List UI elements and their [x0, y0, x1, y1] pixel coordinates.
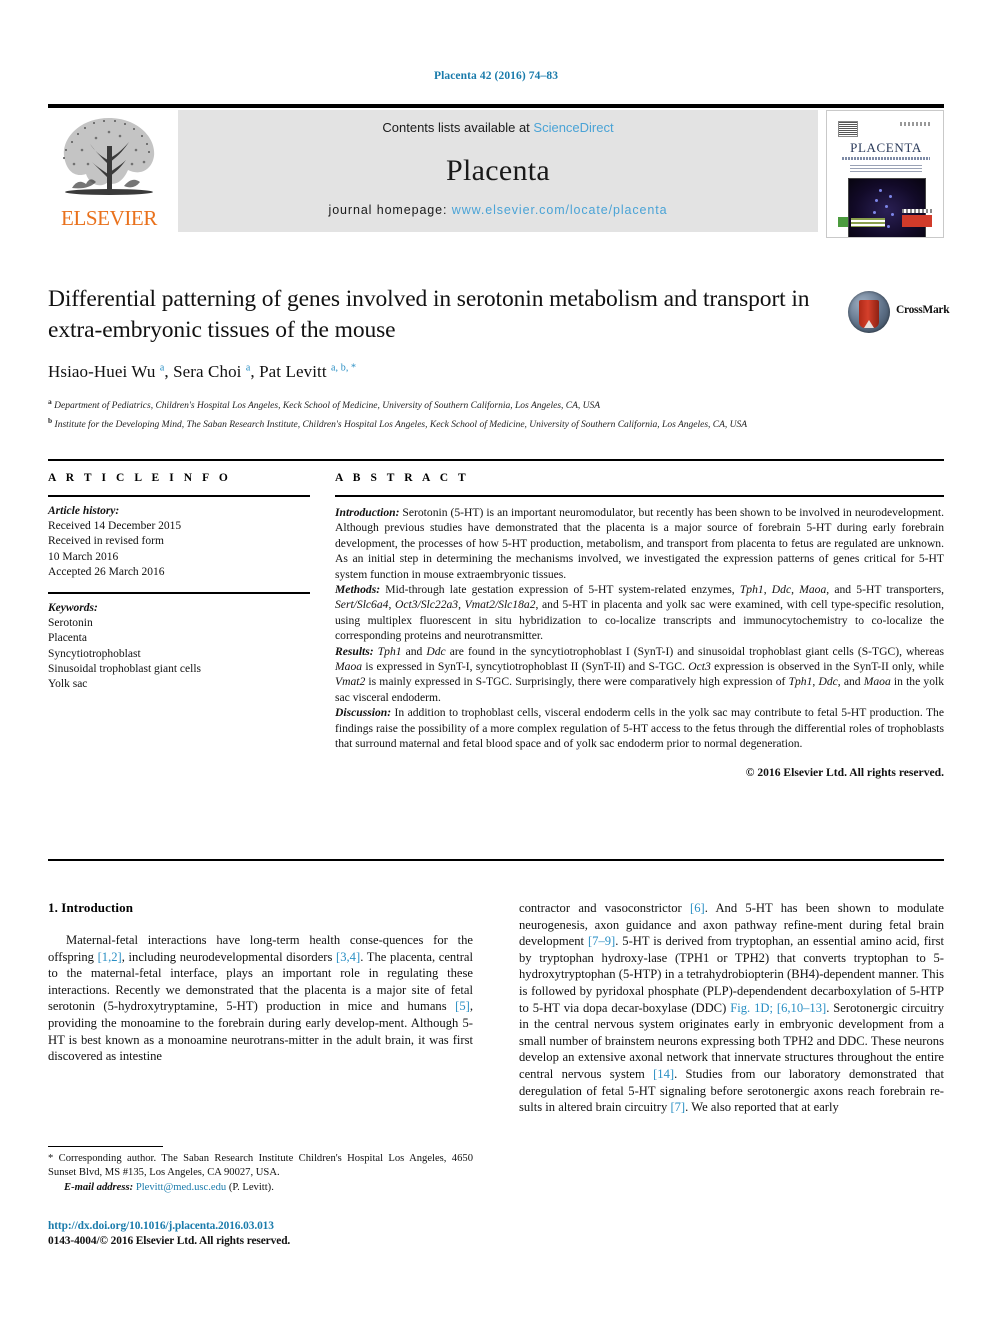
- doi-block: http://dx.doi.org/10.1016/j.placenta.201…: [48, 1219, 473, 1249]
- cover-badge-text-lines: [851, 218, 885, 227]
- email-line: E-mail address: Plevitt@med.usc.edu (P. …: [48, 1181, 473, 1195]
- reference-link[interactable]: [7–9]: [588, 934, 615, 948]
- body-column-left: 1. Introduction Maternal-fetal interacti…: [48, 900, 473, 1065]
- keyword-item: Placenta: [48, 632, 87, 645]
- intro-paragraph-right: contractor and vasoconstrictor [6]. And …: [519, 901, 944, 1115]
- reference-link[interactable]: [6]: [690, 901, 705, 915]
- cover-blurb-lines: [850, 165, 922, 174]
- keyword-item: Syncytiotrophoblast: [48, 647, 141, 660]
- cover-badge-right-icon: [902, 215, 932, 227]
- elsevier-wordmark: ELSEVIER: [61, 206, 157, 230]
- article-history: Article history: Received 14 December 20…: [48, 504, 310, 580]
- abstract-discussion-label: Discussion:: [335, 706, 392, 720]
- crossmark-label: CrossMark: [896, 304, 950, 316]
- crossmark-book-icon: [859, 300, 879, 328]
- history-item: Received in revised form: [48, 535, 164, 548]
- sciencedirect-link[interactable]: ScienceDirect: [533, 120, 613, 135]
- article-info-heading: A R T I C L E I N F O: [48, 472, 232, 484]
- email-label: E-mail address:: [64, 1182, 134, 1193]
- email-link[interactable]: Plevitt@med.usc.edu: [136, 1182, 226, 1193]
- page-title: Differential patterning of genes involve…: [48, 286, 810, 343]
- abstract-results: Results: Tph1 and Ddc are found in the s…: [335, 644, 944, 706]
- section-heading-introduction: 1. Introduction: [48, 900, 134, 915]
- email-suffix: (P. Levitt).: [226, 1182, 274, 1193]
- footnote-rule: [48, 1146, 163, 1147]
- doi-link[interactable]: http://dx.doi.org/10.1016/j.placenta.201…: [48, 1219, 473, 1234]
- history-item: Received 14 December 2015: [48, 520, 182, 533]
- keyword-item: Yolk sac: [48, 678, 88, 691]
- reference-link[interactable]: [3,4]: [336, 950, 360, 964]
- abstract-copyright: © 2016 Elsevier Ltd. All rights reserved…: [745, 765, 944, 779]
- paper-page: Placenta 42 (2016) 74–83 ELSEVIER Conten…: [0, 0, 992, 1323]
- body-column-right: contractor and vasoconstrictor [6]. And …: [519, 900, 944, 1116]
- crossmark-badge[interactable]: CrossMark: [848, 289, 950, 337]
- running-head: Placenta 42 (2016) 74–83: [433, 70, 559, 82]
- abstract-introduction-text: Serotonin (5-HT) is an important neuromo…: [335, 506, 944, 581]
- elsevier-logo: ELSEVIER: [48, 110, 170, 232]
- journal-title: Placenta: [445, 154, 551, 187]
- reference-link[interactable]: [14]: [653, 1067, 674, 1081]
- journal-header-band: ELSEVIER Contents lists available at Sci…: [48, 110, 944, 238]
- article-history-label: Article history:: [48, 505, 120, 517]
- keywords-group: Keywords: Serotonin Placenta Syncytiotro…: [48, 601, 310, 692]
- abstract-bottom-rule: [48, 859, 944, 861]
- reference-link[interactable]: [7]: [670, 1100, 685, 1114]
- cover-badge-left-icon: [838, 217, 848, 227]
- affiliations: a Department of Pediatrics, Children's H…: [48, 395, 838, 433]
- issn-copyright-line: 0143-4004/© 2016 Elsevier Ltd. All right…: [48, 1235, 291, 1247]
- contents-available-line: Contents lists available at ScienceDirec…: [178, 120, 818, 135]
- abstract-heading: A B S T R A C T: [335, 472, 470, 484]
- abstract-methods: Methods: Mid-through late gestation expr…: [335, 582, 944, 644]
- affiliation-b-text: Institute for the Developing Mind, The S…: [54, 419, 748, 430]
- history-item: Accepted 26 March 2016: [48, 565, 165, 578]
- journal-homepage-link[interactable]: www.elsevier.com/locate/placenta: [452, 203, 668, 217]
- journal-cover-thumbnail: PLACENTA: [826, 110, 944, 238]
- abstract-discussion: Discussion: In addition to trophoblast c…: [335, 705, 944, 751]
- article-info-column: A R T I C L E I N F O Article history: R…: [48, 472, 310, 692]
- elsevier-tree-icon: [63, 118, 155, 195]
- author-list: Hsiao-Huei Wu a, Sera Choi a, Pat Levitt…: [48, 362, 357, 381]
- abstract-methods-label: Methods:: [335, 583, 381, 597]
- crossmark-circle-icon: [848, 291, 890, 333]
- cover-photo: [848, 178, 926, 237]
- abstract-methods-text: Mid-through late gestation expression of…: [335, 583, 945, 643]
- abstract-body: Introduction: Serotonin (5-HT) is an imp…: [335, 505, 944, 780]
- abstract-column: A B S T R A C T Introduction: Serotonin …: [335, 472, 944, 780]
- keyword-item: Serotonin: [48, 617, 93, 630]
- cover-badge-right-rule: [902, 209, 932, 213]
- homepage-prefix: journal homepage:: [328, 203, 452, 217]
- abstract-introduction: Introduction: Serotonin (5-HT) is an imp…: [335, 505, 944, 582]
- keywords-rule: [48, 592, 310, 595]
- abstract-results-label: Results:: [335, 644, 374, 658]
- reference-link[interactable]: [5]: [455, 999, 470, 1013]
- journal-homepage-line: journal homepage: www.elsevier.com/locat…: [178, 203, 818, 217]
- corresponding-text: Corresponding author. The Saban Research…: [48, 1153, 473, 1178]
- cover-inner: PLACENTA: [832, 116, 938, 237]
- cover-barcode-icon: [838, 121, 858, 137]
- title-bottom-rule: [48, 459, 944, 461]
- affiliation-a-text: Department of Pediatrics, Children's Hos…: [54, 401, 601, 412]
- history-item: 10 March 2016: [48, 550, 119, 563]
- reference-link[interactable]: Fig. 1D; [6,10–13]: [730, 1001, 826, 1015]
- abstract-rule: [335, 495, 944, 497]
- affiliation-a: a Department of Pediatrics, Children's H…: [48, 397, 601, 412]
- keyword-item: Sinusoidal trophoblast giant cells: [48, 662, 201, 675]
- keywords-label: Keywords:: [48, 602, 98, 615]
- intro-paragraph-left: Maternal-fetal interactions have long-te…: [48, 933, 473, 1064]
- cover-issue-line: [900, 122, 932, 126]
- cover-journal-title: PLACENTA: [850, 140, 922, 155]
- contents-box: Contents lists available at ScienceDirec…: [178, 110, 818, 232]
- abstract-results-text: Tph1 and Ddc are found in the syncytiotr…: [335, 644, 945, 704]
- article-info-rule: [48, 495, 310, 497]
- affiliation-b: b Institute for the Developing Mind, The…: [48, 415, 748, 430]
- cover-subtitle-rule: [842, 157, 930, 160]
- contents-prefix: Contents lists available at: [382, 120, 534, 135]
- abstract-discussion-text: In addition to trophoblast cells, viscer…: [335, 706, 944, 751]
- abstract-introduction-label: Introduction:: [335, 506, 400, 519]
- corresponding-author-footnote: * Corresponding author. The Saban Resear…: [48, 1152, 473, 1195]
- title-block: Differential patterning of genes involve…: [48, 284, 838, 433]
- header-top-rule: [48, 104, 944, 108]
- reference-link[interactable]: [1,2]: [98, 950, 122, 964]
